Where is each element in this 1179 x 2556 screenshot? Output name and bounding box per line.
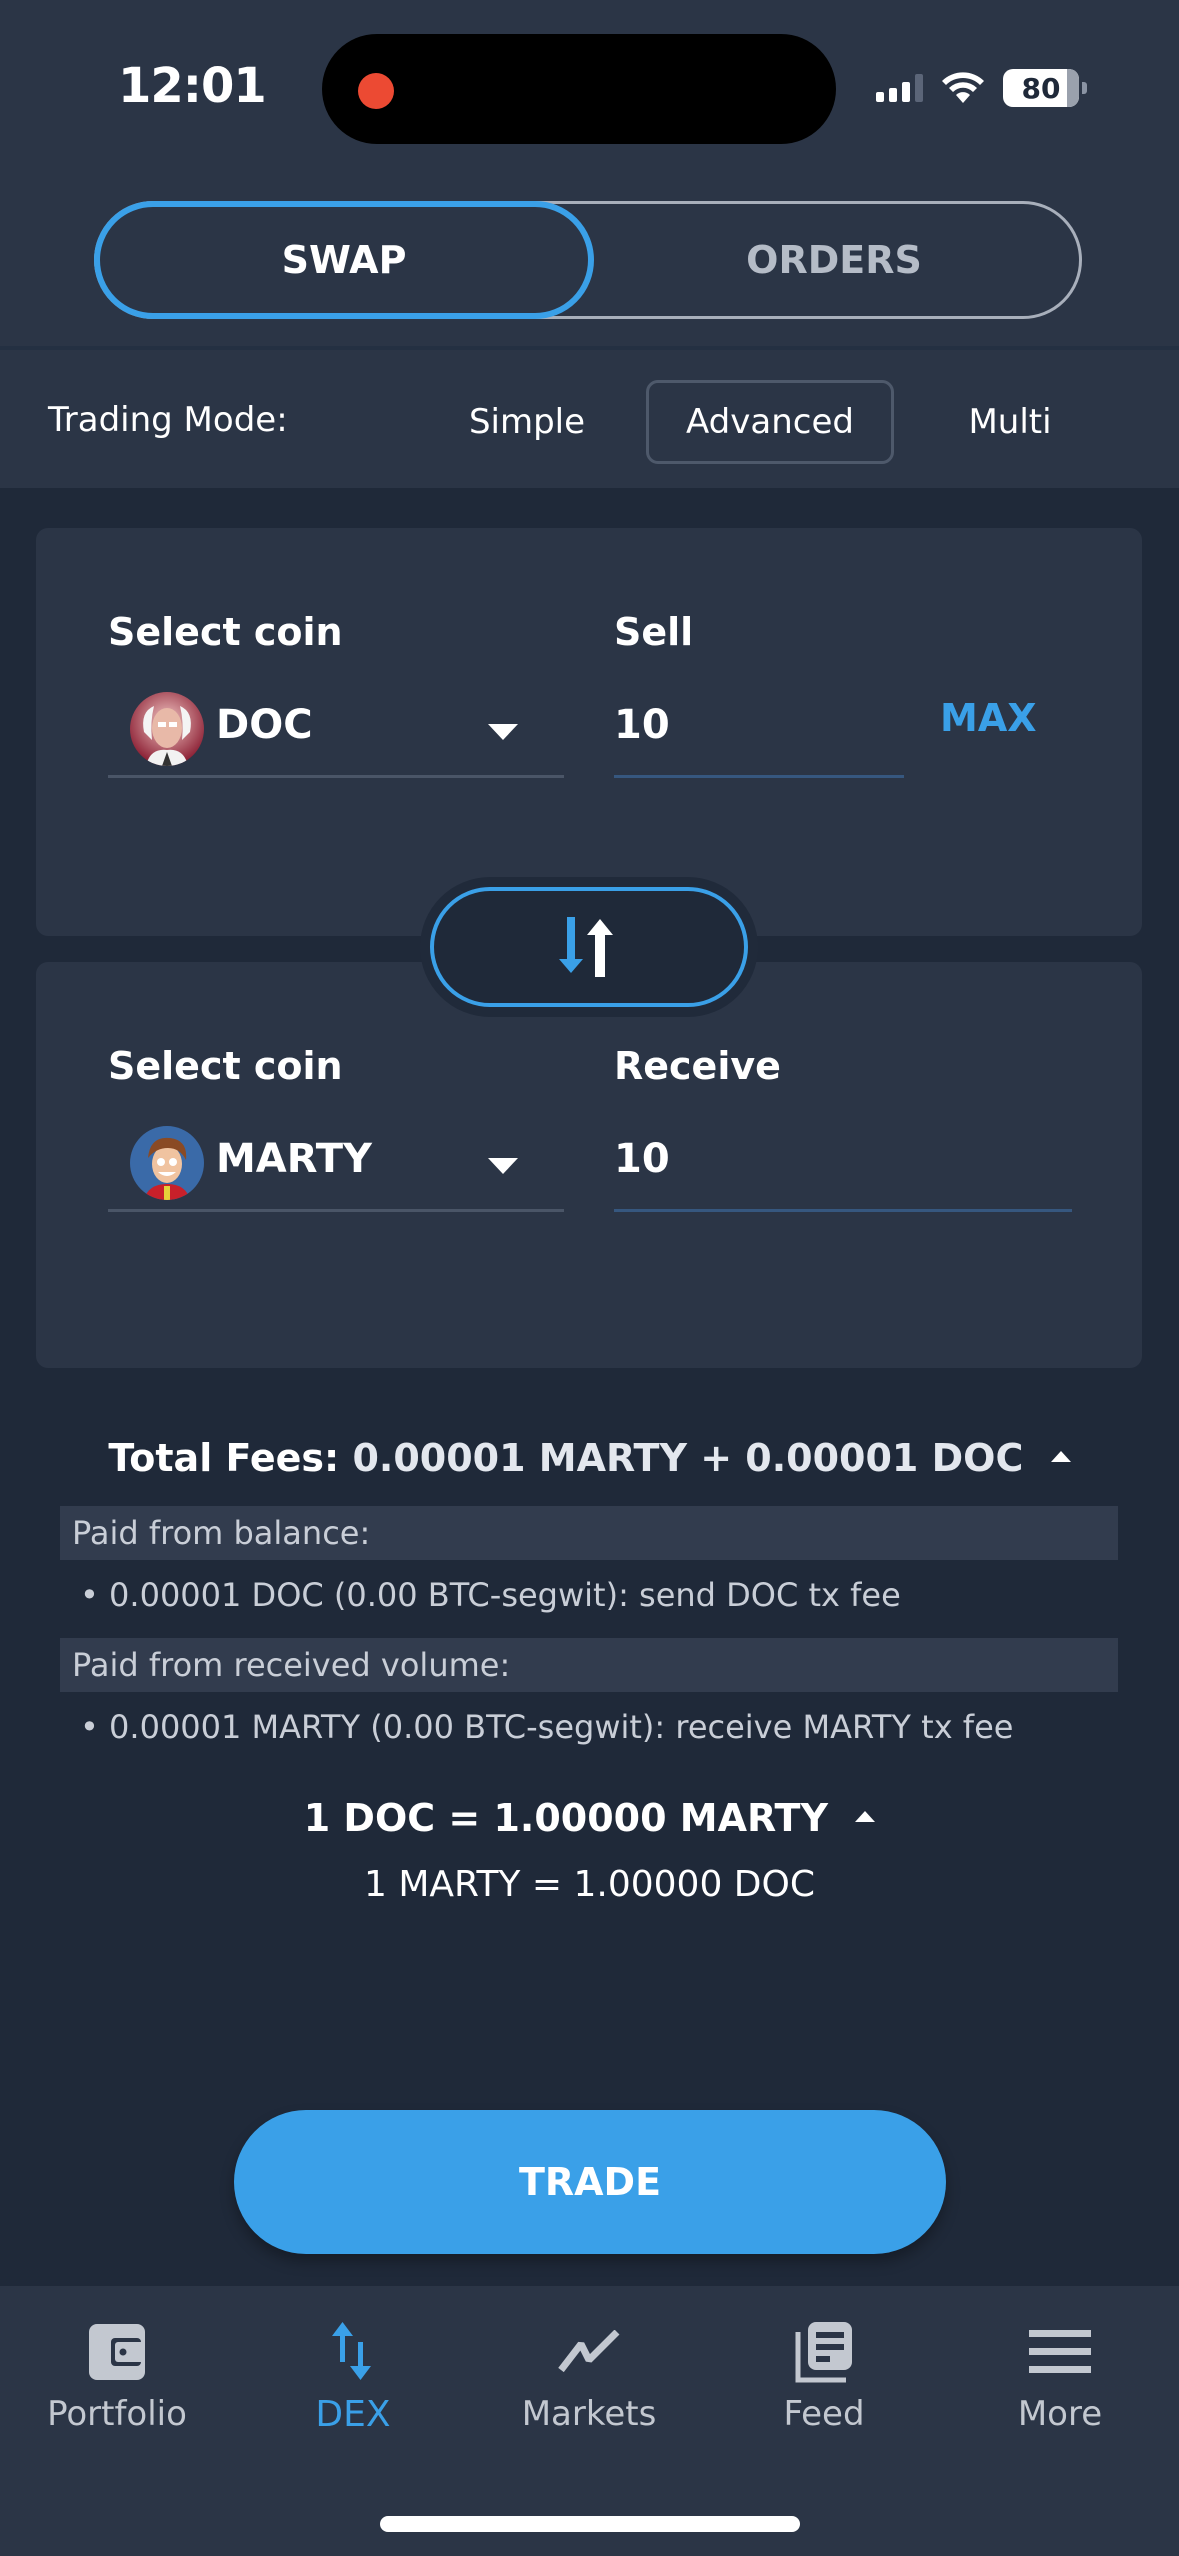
- sell-coin-label: Select coin: [108, 610, 343, 654]
- cellular-signal-icon: [876, 74, 923, 102]
- receive-coin-label: Select coin: [108, 1044, 343, 1088]
- sell-card: Select coin DOC Sell 10 MAX: [36, 528, 1142, 936]
- nav-label-markets: Markets: [521, 2394, 657, 2434]
- receive-coin-select[interactable]: MARTY: [108, 1112, 564, 1212]
- tab-swap[interactable]: SWAP: [94, 201, 594, 319]
- tab-orders[interactable]: ORDERS: [589, 204, 1079, 316]
- nav-label-more: More: [1017, 2394, 1103, 2434]
- home-indicator[interactable]: [380, 2516, 800, 2532]
- dynamic-island: [322, 34, 836, 144]
- fee-line-item: • 0.00001 DOC (0.00 BTC-segwit): send DO…: [80, 1576, 901, 1614]
- nav-item-portfolio[interactable]: Portfolio: [17, 2316, 217, 2446]
- status-icons: 80: [876, 66, 1087, 110]
- chevron-down-icon: [488, 724, 518, 740]
- mode-option-simple[interactable]: Simple: [460, 380, 594, 464]
- wallet-icon: [89, 2324, 145, 2380]
- trading-mode-label: Trading Mode:: [48, 400, 288, 440]
- nav-label-portfolio: Portfolio: [47, 2394, 187, 2434]
- swap-vertical-icon: [559, 917, 613, 977]
- mode-option-advanced[interactable]: Advanced: [646, 380, 894, 464]
- exchange-rate-inverse: 1 MARTY = 1.00000 DOC: [364, 1864, 815, 1905]
- exchange-rate-main: 1 DOC = 1.00000 MARTY: [303, 1796, 828, 1840]
- battery-level: 80: [1021, 71, 1061, 105]
- fee-section-header: Paid from balance:: [60, 1506, 1118, 1560]
- trade-button[interactable]: TRADE: [234, 2110, 946, 2254]
- trend-line-icon: [558, 2330, 620, 2373]
- chevron-up-icon: [855, 1811, 876, 1822]
- swap-orders-toggle: ORDERS SWAP: [94, 201, 1082, 319]
- sell-coin-select[interactable]: DOC: [108, 678, 564, 778]
- receive-card: Select coin MARTY Receive 10: [36, 962, 1142, 1368]
- sell-coin-name: DOC: [216, 702, 313, 748]
- nav-label-dex: DEX: [315, 2394, 391, 2435]
- nav-label-feed: Feed: [783, 2394, 865, 2434]
- receive-amount-label: Receive: [614, 1044, 781, 1088]
- sell-amount-input[interactable]: 10: [614, 678, 904, 778]
- exchange-rate-toggle[interactable]: 1 DOC = 1.00000 MARTY: [0, 1796, 1179, 1840]
- menu-icon: [1029, 2330, 1091, 2373]
- swap-arrows-icon: [332, 2322, 371, 2380]
- trading-mode-bar: Trading Mode: Simple Advanced Multi: [0, 346, 1179, 488]
- fee-line-item: • 0.00001 MARTY (0.00 BTC-segwit): recei…: [80, 1708, 1014, 1746]
- status-time: 12:01: [118, 58, 267, 114]
- nav-item-feed[interactable]: Feed: [724, 2316, 924, 2446]
- receive-coin-name: MARTY: [216, 1136, 373, 1182]
- fee-section-header: Paid from received volume:: [60, 1638, 1118, 1692]
- swap-button-wrapper: [420, 877, 758, 1017]
- swap-direction-button[interactable]: [430, 887, 748, 1007]
- chevron-up-icon: [1050, 1451, 1071, 1462]
- receive-amount-input[interactable]: 10: [614, 1112, 1072, 1212]
- total-fees-toggle[interactable]: Total Fees: 0.00001 MARTY + 0.00001 DOC: [0, 1436, 1179, 1480]
- sell-amount-label: Sell: [614, 610, 694, 654]
- newspaper-icon: [795, 2322, 852, 2383]
- total-fees-label: Total Fees:: [108, 1436, 340, 1480]
- mode-option-multi[interactable]: Multi: [950, 380, 1070, 464]
- chevron-down-icon: [488, 1158, 518, 1174]
- nav-item-more[interactable]: More: [960, 2316, 1160, 2446]
- wifi-icon: [942, 72, 984, 103]
- battery-icon: 80: [1003, 69, 1087, 107]
- recording-indicator-icon: [358, 73, 394, 109]
- doc-coin-avatar-icon: [130, 692, 204, 766]
- nav-item-dex[interactable]: DEX: [253, 2316, 453, 2446]
- nav-item-markets[interactable]: Markets: [489, 2316, 689, 2446]
- max-button[interactable]: MAX: [940, 696, 1037, 740]
- total-fees-value: 0.00001 MARTY + 0.00001 DOC: [352, 1436, 1024, 1480]
- marty-coin-avatar-icon: [130, 1126, 204, 1200]
